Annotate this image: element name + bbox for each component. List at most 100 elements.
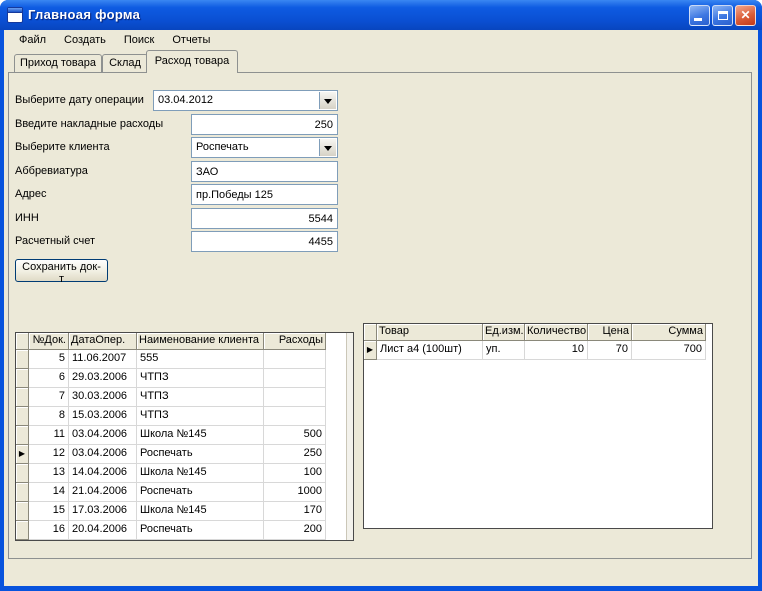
screen: Главноая форма ✕ Файл Создать Поиск Отче… [0, 0, 762, 591]
table-row[interactable]: 815.03.2006ЧТПЗ [16, 407, 353, 426]
inn-input[interactable] [191, 208, 338, 229]
indicator-header-cell [16, 333, 29, 350]
table-cell[interactable]: 15.03.2006 [69, 407, 137, 426]
table-row[interactable]: ▶1203.04.2006Роспечать250 [16, 445, 353, 464]
table-cell[interactable]: ЧТПЗ [137, 388, 264, 407]
column-header[interactable]: №Док. [29, 333, 69, 350]
table-cell[interactable]: 7 [29, 388, 69, 407]
table-cell[interactable] [264, 407, 326, 426]
active-row-indicator-icon: ▶ [364, 341, 377, 360]
minimize-button[interactable] [689, 5, 710, 26]
table-cell[interactable]: 100 [264, 464, 326, 483]
tab-rashod-tovara[interactable]: Расход товара [146, 50, 238, 73]
table-row[interactable]: 1421.04.2006Роспечать1000 [16, 483, 353, 502]
table-cell[interactable]: 30.03.2006 [69, 388, 137, 407]
table-cell[interactable]: 70 [588, 341, 632, 360]
expenses-input[interactable] [191, 114, 338, 135]
table-cell[interactable]: Роспечать [137, 445, 264, 464]
client-combobox[interactable]: Роспечать [191, 137, 338, 158]
abbreviation-input[interactable] [191, 161, 338, 182]
table-cell[interactable] [264, 369, 326, 388]
table-row[interactable]: 1314.04.2006Школа №145100 [16, 464, 353, 483]
menu-item-create[interactable]: Создать [55, 32, 115, 48]
table-cell[interactable]: Лист а4 (100шт) [377, 341, 483, 360]
documents-grid: №Док.ДатаОпер.Наименование клиентаРасход… [15, 332, 354, 541]
account-input[interactable] [191, 231, 338, 252]
table-cell[interactable]: 10 [525, 341, 588, 360]
column-header[interactable]: Сумма [632, 324, 706, 341]
column-header[interactable]: ДатаОпер. [69, 333, 137, 350]
table-row[interactable]: 1517.03.2006Школа №145170 [16, 502, 353, 521]
table-cell[interactable]: ЧТПЗ [137, 369, 264, 388]
table-cell[interactable]: 11.06.2007 [69, 350, 137, 369]
documents-grid-scrollbar[interactable] [346, 333, 353, 540]
menu-item-reports[interactable]: Отчеты [163, 32, 219, 48]
maximize-button[interactable] [712, 5, 733, 26]
table-cell[interactable]: 555 [137, 350, 264, 369]
tab-sklad[interactable]: Склад [102, 54, 148, 72]
table-cell[interactable]: 170 [264, 502, 326, 521]
table-row[interactable]: 1103.04.2006Школа №145500 [16, 426, 353, 445]
column-header[interactable]: Ед.изм. [483, 324, 525, 341]
row-indicator [16, 388, 29, 407]
table-cell[interactable]: 14 [29, 483, 69, 502]
table-cell[interactable]: 20.04.2006 [69, 521, 137, 540]
titlebar[interactable]: Главноая форма ✕ [0, 0, 762, 30]
table-cell[interactable]: уп. [483, 341, 525, 360]
table-cell[interactable]: 11 [29, 426, 69, 445]
date-combobox[interactable]: 03.04.2012 [153, 90, 338, 111]
table-cell[interactable]: 200 [264, 521, 326, 540]
table-row[interactable]: 1620.04.2006Роспечать200 [16, 521, 353, 540]
table-cell[interactable] [264, 388, 326, 407]
items-grid: ТоварЕд.изм.КоличествоЦенаСумма▶Лист а4 … [363, 323, 713, 529]
table-cell[interactable] [264, 350, 326, 369]
save-document-button[interactable]: Сохранить док-т [15, 259, 108, 282]
date-dropdown-button[interactable] [319, 92, 336, 109]
table-cell[interactable]: Роспечать [137, 521, 264, 540]
minimize-icon [694, 18, 702, 21]
table-cell[interactable]: ЧТПЗ [137, 407, 264, 426]
table-cell[interactable]: 8 [29, 407, 69, 426]
table-cell[interactable]: Школа №145 [137, 464, 264, 483]
column-header[interactable]: Товар [377, 324, 483, 341]
column-header[interactable]: Количество [525, 324, 588, 341]
table-cell[interactable]: 03.04.2006 [69, 426, 137, 445]
table-cell[interactable]: 13 [29, 464, 69, 483]
table-cell[interactable]: 6 [29, 369, 69, 388]
tab-prihod-tovara[interactable]: Приход товара [14, 54, 102, 72]
table-cell[interactable]: 03.04.2006 [69, 445, 137, 464]
menu-item-search[interactable]: Поиск [115, 32, 163, 48]
table-cell[interactable]: 15 [29, 502, 69, 521]
account-label: Расчетный счет [15, 235, 95, 247]
column-header[interactable]: Расходы [264, 333, 326, 350]
client-dropdown-button[interactable] [319, 139, 336, 156]
table-cell[interactable]: 250 [264, 445, 326, 464]
row-indicator [16, 464, 29, 483]
table-cell[interactable]: 29.03.2006 [69, 369, 137, 388]
abbreviation-label: Аббревиатура [15, 165, 88, 177]
active-row-indicator-icon: ▶ [16, 445, 29, 464]
table-cell[interactable]: 17.03.2006 [69, 502, 137, 521]
client-label: Выберите клиента [15, 141, 110, 153]
table-cell[interactable]: 1000 [264, 483, 326, 502]
table-cell[interactable]: 700 [632, 341, 706, 360]
close-button[interactable]: ✕ [735, 5, 756, 26]
table-row[interactable]: 629.03.2006ЧТПЗ [16, 369, 353, 388]
table-row[interactable]: ▶Лист а4 (100шт)уп.1070700 [364, 341, 712, 360]
table-cell[interactable]: 500 [264, 426, 326, 445]
table-cell[interactable]: 5 [29, 350, 69, 369]
table-cell[interactable]: 12 [29, 445, 69, 464]
table-cell[interactable]: 21.04.2006 [69, 483, 137, 502]
table-cell[interactable]: 16 [29, 521, 69, 540]
column-header[interactable]: Наименование клиента [137, 333, 264, 350]
table-row[interactable]: 730.03.2006ЧТПЗ [16, 388, 353, 407]
table-row[interactable]: 511.06.2007555 [16, 350, 353, 369]
table-cell[interactable]: Школа №145 [137, 426, 264, 445]
table-cell[interactable]: 14.04.2006 [69, 464, 137, 483]
address-input[interactable] [191, 184, 338, 205]
table-cell[interactable]: Школа №145 [137, 502, 264, 521]
table-cell[interactable]: Роспечать [137, 483, 264, 502]
menu-item-file[interactable]: Файл [10, 32, 55, 48]
chevron-down-icon [324, 99, 332, 108]
column-header[interactable]: Цена [588, 324, 632, 341]
